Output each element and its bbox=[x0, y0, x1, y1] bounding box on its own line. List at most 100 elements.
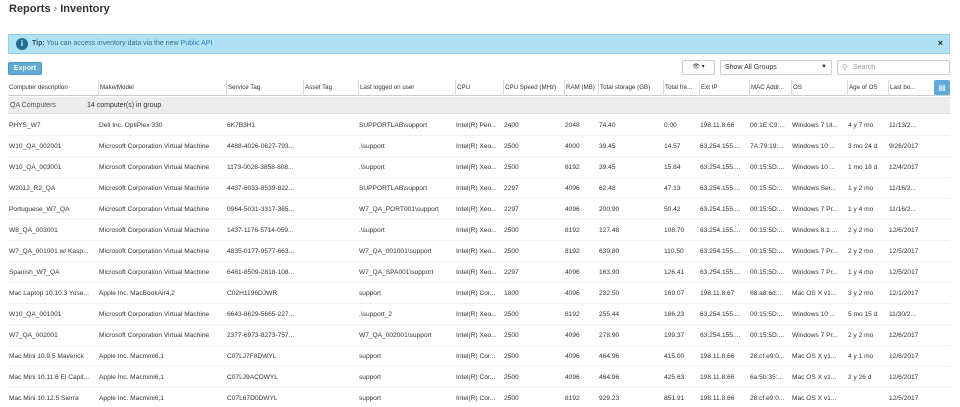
group-select[interactable]: Show All Groups ▼ bbox=[720, 60, 832, 75]
table-row[interactable]: W8_QA_003001 Microsoft Corporation Virtua… bbox=[8, 220, 950, 241]
column-header[interactable]: Computer description bbox=[8, 80, 98, 96]
column-header[interactable]: Total storage (GB) bbox=[598, 80, 663, 96]
table-cell: 4 y 1 mo bbox=[848, 353, 874, 360]
search-icon: ⚲ bbox=[842, 63, 848, 72]
column-header[interactable]: OS bbox=[791, 80, 847, 96]
search-box[interactable]: ⚲ bbox=[837, 60, 950, 75]
table-cell bbox=[303, 220, 358, 241]
breadcrumb-parent-link[interactable]: Reports bbox=[9, 3, 51, 15]
table-row[interactable]: W2012_R2_QA Microsoft Corporation Virtual… bbox=[8, 178, 950, 199]
table-cell: PHYS_W7 bbox=[9, 122, 41, 129]
table-cell: 00:15:5D:... bbox=[750, 311, 785, 318]
column-header[interactable]: CPU Speed (MHz) bbox=[503, 80, 564, 96]
table-row[interactable]: W10_QA_003001 Microsoft Corporation Virtu… bbox=[8, 157, 950, 178]
table-row[interactable]: Portuguese_W7_QA Microsoft Corporation Vi… bbox=[8, 199, 950, 220]
column-header[interactable]: Ext IP bbox=[699, 80, 749, 96]
table-cell: 63.254.155.... bbox=[700, 185, 741, 192]
table-cell: 464.96 bbox=[599, 374, 620, 381]
table-cell: 74.40 bbox=[599, 122, 616, 129]
table-row[interactable]: W7_QA_002001 Microsoft Corporation Virtua… bbox=[8, 325, 950, 346]
table-row[interactable]: Mac Mini 10.9.5 Maverick Apple Inc. Macmi… bbox=[8, 346, 950, 367]
group-row[interactable]: QA Computers 14 computer(s) in group bbox=[8, 97, 950, 114]
column-header[interactable]: RAM (MB) bbox=[564, 80, 598, 96]
table-cell: 39.45 bbox=[599, 143, 616, 150]
table-row[interactable]: W10_QA_002001 Microsoft Corporation Virtu… bbox=[8, 136, 950, 157]
table-cell: Portuguese_W7_QA bbox=[9, 206, 70, 213]
column-header[interactable]: Age of OS bbox=[847, 80, 888, 96]
column-header[interactable]: Make/Model bbox=[98, 80, 226, 96]
table-cell: 8192 bbox=[565, 227, 580, 234]
table-cell: 47.13 bbox=[664, 185, 681, 192]
table-cell: W7_QA_PORT001\support bbox=[359, 206, 439, 213]
table-cell: 12/5/2017 bbox=[889, 248, 919, 255]
table-cell: Apple Inc. Macmini6,1 bbox=[99, 353, 164, 360]
table-row[interactable]: Mac Mini 10.12.5 Sierra Apple Inc. Macmin… bbox=[8, 388, 950, 407]
group-count: 14 computer(s) in group bbox=[87, 102, 162, 109]
table-cell: 2500 bbox=[504, 332, 519, 339]
table-cell bbox=[303, 367, 358, 388]
table-cell bbox=[303, 325, 358, 346]
visibility-dropdown-button[interactable]: 👁 ▾ bbox=[682, 60, 715, 75]
table-row[interactable]: W10_QA_001001 Microsoft Corporation Virtu… bbox=[8, 304, 950, 325]
table-cell: 12/5/2017 bbox=[889, 269, 919, 276]
table-cell: 4096 bbox=[565, 185, 580, 192]
table-cell: 63.254.155.... bbox=[700, 206, 741, 213]
table-cell: 00:15:5D:... bbox=[750, 206, 785, 213]
table-cell: 2048 bbox=[565, 122, 580, 129]
table-row[interactable]: Mac Laptop 10.10.3 Yose... Apple Inc. Mac… bbox=[8, 283, 950, 304]
table-cell: SUPPORTLAB\support bbox=[359, 122, 428, 129]
search-input[interactable] bbox=[853, 62, 947, 73]
table-row[interactable]: W7_QA_001001 w/ Kasp... Microsoft Corpora… bbox=[8, 241, 950, 262]
table-cell bbox=[303, 115, 358, 136]
table-cell bbox=[303, 388, 358, 407]
table-cell: Mac OS X v1... bbox=[792, 353, 837, 360]
table-row[interactable]: Mac Mini 10.11.6 El Capit... Apple Inc. M… bbox=[8, 367, 950, 388]
table-cell: 6a:5b:35:... bbox=[750, 374, 783, 381]
table-cell: 11/30/2... bbox=[889, 311, 917, 318]
table-cell bbox=[303, 262, 358, 283]
group-name: QA Computers bbox=[10, 102, 56, 109]
column-header[interactable]: Last bo... bbox=[888, 80, 930, 96]
column-header[interactable]: Asset Tag bbox=[303, 80, 358, 96]
table-cell: 5 mo 15 d bbox=[848, 311, 878, 318]
table-cell: Intel(R) Cor... bbox=[456, 353, 496, 360]
table-cell: 00:15:5D:... bbox=[750, 248, 785, 255]
table-row[interactable]: Spanish_W7_QA Microsoft Corporation Virtu… bbox=[8, 262, 950, 283]
table-cell: W10_QA_003001 bbox=[9, 164, 62, 171]
table-cell: 4488-4026-0627-793... bbox=[227, 143, 295, 150]
table-cell: Mac OS X v1... bbox=[792, 374, 837, 381]
column-header[interactable]: Service Tag bbox=[226, 80, 303, 96]
column-chooser-icon[interactable]: ▤ bbox=[934, 80, 950, 95]
table-cell: Intel(R) Xeo... bbox=[456, 164, 497, 171]
table-cell: Microsoft Corporation Virtual Machine bbox=[99, 269, 210, 276]
table-cell: 232.50 bbox=[599, 290, 620, 297]
public-api-link[interactable]: Public API bbox=[181, 40, 213, 47]
group-select-value: Show All Groups bbox=[725, 64, 777, 71]
close-icon[interactable]: × bbox=[938, 35, 943, 52]
column-header[interactable]: Last logged on user bbox=[358, 80, 455, 96]
table-cell: 12/6/2017 bbox=[889, 374, 919, 381]
table-cell: 2377-6973-8273-757... bbox=[227, 332, 295, 339]
table-cell: 1173-0026-3858-808... bbox=[227, 164, 294, 171]
table-cell: 00:15:5D:... bbox=[750, 332, 785, 339]
export-button[interactable]: Export bbox=[8, 62, 42, 75]
column-header[interactable]: MAC Addr... bbox=[749, 80, 791, 96]
table-cell: Microsoft Corporation Virtual Machine bbox=[99, 143, 210, 150]
table-cell: Apple Inc. Macmini6,1 bbox=[99, 395, 164, 402]
table-row[interactable]: PHYS_W7 Dell Inc. OptiPlex 330 6K7B3H1 SUPP… bbox=[8, 115, 950, 136]
column-header[interactable]: CPU bbox=[455, 80, 503, 96]
table-cell: C07LJ9ACDWYL bbox=[227, 374, 278, 381]
table-cell: .\support bbox=[359, 143, 385, 150]
table-cell: 15.84 bbox=[664, 164, 681, 171]
column-header[interactable]: Total fre... bbox=[663, 80, 699, 96]
table-cell: 50.42 bbox=[664, 206, 681, 213]
table-cell: 198.11.8.66 bbox=[700, 353, 735, 360]
table-cell: 127.48 bbox=[599, 227, 620, 234]
table-cell: Intel(R) Cor... bbox=[456, 395, 496, 402]
table-cell: 63.254.155.... bbox=[700, 164, 741, 171]
table-cell: Intel(R) Xeo... bbox=[456, 227, 497, 234]
table-cell: 7A:79:19:... bbox=[750, 143, 784, 150]
table-cell: 2500 bbox=[504, 374, 519, 381]
table-cell: W7_QA_001001 w/ Kasp... bbox=[9, 248, 89, 255]
table-cell: 1 y 4 mo bbox=[848, 206, 874, 213]
